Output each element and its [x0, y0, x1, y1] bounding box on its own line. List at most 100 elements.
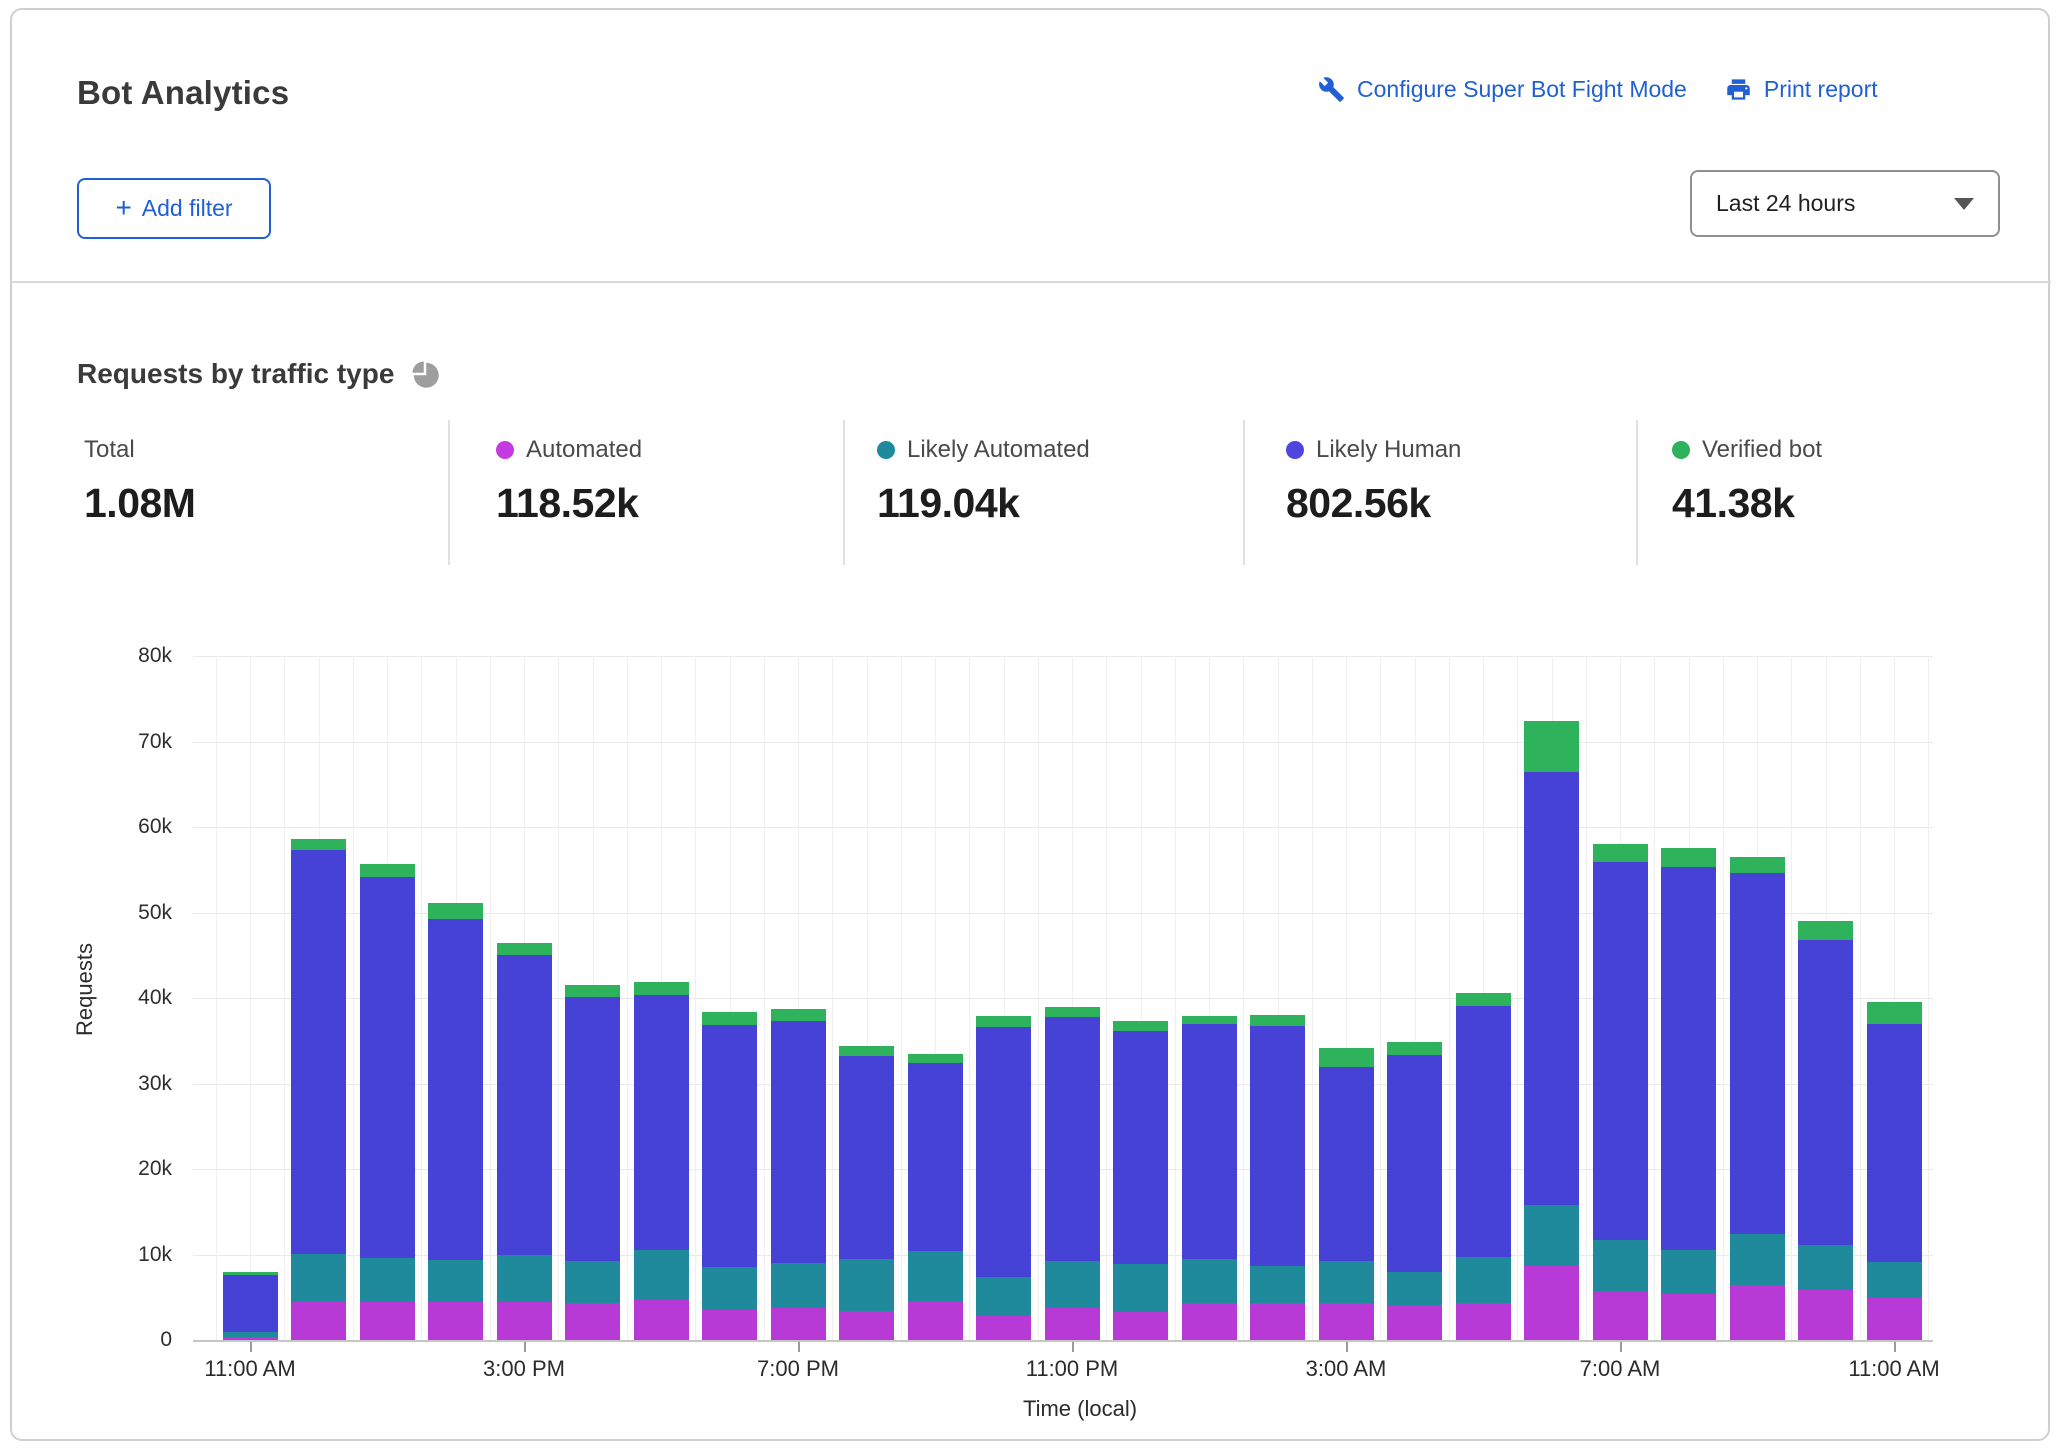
bar-segment-likely-human[interactable]	[565, 997, 620, 1261]
chart-bar[interactable]	[1730, 857, 1785, 1340]
bar-segment-verified-bot[interactable]	[1730, 857, 1785, 873]
bar-segment-likely-automated[interactable]	[360, 1258, 415, 1303]
bar-segment-likely-human[interactable]	[702, 1025, 757, 1267]
bar-segment-likely-automated[interactable]	[1182, 1259, 1237, 1304]
bar-segment-automated[interactable]	[1387, 1305, 1442, 1340]
bar-segment-likely-human[interactable]	[1593, 862, 1648, 1240]
bar-segment-likely-automated[interactable]	[1524, 1205, 1579, 1266]
bar-segment-likely-automated[interactable]	[1045, 1261, 1100, 1308]
chart-bar[interactable]	[1113, 1021, 1168, 1340]
bar-segment-likely-human[interactable]	[1661, 867, 1716, 1250]
bar-segment-verified-bot[interactable]	[1113, 1021, 1168, 1030]
chart-bar[interactable]	[1593, 844, 1648, 1340]
bar-segment-automated[interactable]	[360, 1302, 415, 1340]
bar-segment-automated[interactable]	[291, 1301, 346, 1340]
bar-segment-likely-human[interactable]	[1182, 1024, 1237, 1258]
time-range-select[interactable]: Last 24 hours	[1690, 170, 2000, 237]
bar-segment-verified-bot[interactable]	[771, 1009, 826, 1021]
bar-segment-likely-automated[interactable]	[908, 1251, 963, 1301]
bar-segment-verified-bot[interactable]	[908, 1054, 963, 1063]
bar-segment-automated[interactable]	[1182, 1303, 1237, 1340]
bar-segment-likely-human[interactable]	[223, 1275, 278, 1332]
chart-bar[interactable]	[291, 839, 346, 1340]
bar-segment-likely-human[interactable]	[1113, 1031, 1168, 1264]
bar-segment-verified-bot[interactable]	[1798, 921, 1853, 940]
bar-segment-automated[interactable]	[908, 1301, 963, 1340]
bar-segment-verified-bot[interactable]	[1524, 721, 1579, 772]
chart-bar[interactable]	[634, 982, 689, 1340]
bar-segment-automated[interactable]	[702, 1310, 757, 1340]
bar-segment-likely-human[interactable]	[291, 850, 346, 1254]
chart-bar[interactable]	[360, 864, 415, 1340]
bar-segment-likely-automated[interactable]	[771, 1263, 826, 1308]
chart-bar[interactable]	[1798, 921, 1853, 1340]
bar-segment-likely-automated[interactable]	[291, 1254, 346, 1301]
chart-bar[interactable]	[1387, 1042, 1442, 1340]
bar-segment-automated[interactable]	[1798, 1290, 1853, 1340]
bar-segment-likely-human[interactable]	[1798, 940, 1853, 1245]
bar-segment-likely-automated[interactable]	[634, 1250, 689, 1300]
bar-segment-verified-bot[interactable]	[1387, 1042, 1442, 1056]
bar-segment-verified-bot[interactable]	[428, 903, 483, 918]
bar-segment-verified-bot[interactable]	[1045, 1007, 1100, 1017]
bar-segment-automated[interactable]	[497, 1302, 552, 1341]
bar-segment-automated[interactable]	[976, 1316, 1031, 1340]
bar-segment-automated[interactable]	[565, 1303, 620, 1340]
bar-segment-verified-bot[interactable]	[360, 864, 415, 878]
bar-segment-likely-human[interactable]	[1456, 1006, 1511, 1257]
bar-segment-likely-automated[interactable]	[839, 1259, 894, 1311]
bar-segment-verified-bot[interactable]	[1593, 844, 1648, 862]
bar-segment-automated[interactable]	[1456, 1303, 1511, 1340]
bar-segment-likely-human[interactable]	[1045, 1017, 1100, 1262]
bar-segment-likely-human[interactable]	[1867, 1024, 1922, 1263]
bar-segment-verified-bot[interactable]	[565, 985, 620, 997]
bar-segment-automated[interactable]	[839, 1311, 894, 1340]
chart-bar[interactable]	[1319, 1048, 1374, 1340]
bar-segment-verified-bot[interactable]	[1319, 1048, 1374, 1067]
bar-segment-likely-human[interactable]	[1730, 873, 1785, 1234]
configure-super-bot-fight-mode-link[interactable]: Configure Super Bot Fight Mode	[1318, 76, 1687, 103]
bar-segment-likely-automated[interactable]	[1730, 1234, 1785, 1285]
chart-bar[interactable]	[223, 1272, 278, 1340]
bar-segment-likely-human[interactable]	[771, 1021, 826, 1263]
chart-bar[interactable]	[565, 985, 620, 1340]
bar-segment-likely-human[interactable]	[908, 1063, 963, 1251]
chart-bar[interactable]	[1661, 848, 1716, 1340]
bar-segment-verified-bot[interactable]	[976, 1016, 1031, 1027]
bar-segment-verified-bot[interactable]	[634, 982, 689, 996]
bar-segment-likely-automated[interactable]	[976, 1277, 1031, 1316]
bar-segment-likely-automated[interactable]	[1593, 1240, 1648, 1291]
bar-segment-likely-automated[interactable]	[1867, 1262, 1922, 1298]
bar-segment-likely-automated[interactable]	[1387, 1272, 1442, 1305]
chart-bar[interactable]	[1524, 721, 1579, 1340]
bar-segment-verified-bot[interactable]	[702, 1012, 757, 1025]
add-filter-button[interactable]: + Add filter	[77, 178, 271, 239]
chart-bar[interactable]	[428, 903, 483, 1340]
bar-segment-automated[interactable]	[1661, 1294, 1716, 1340]
bar-segment-likely-automated[interactable]	[1661, 1250, 1716, 1294]
print-report-link[interactable]: Print report	[1725, 76, 1878, 103]
chart-bar[interactable]	[1182, 1016, 1237, 1340]
bar-segment-automated[interactable]	[1524, 1266, 1579, 1340]
chart-bar[interactable]	[839, 1046, 894, 1340]
bar-segment-likely-human[interactable]	[497, 955, 552, 1255]
chart-bar[interactable]	[1045, 1007, 1100, 1340]
bar-segment-likely-automated[interactable]	[702, 1267, 757, 1311]
bar-segment-verified-bot[interactable]	[1661, 848, 1716, 867]
bar-segment-automated[interactable]	[1730, 1285, 1785, 1340]
bar-segment-verified-bot[interactable]	[1182, 1016, 1237, 1025]
bar-segment-automated[interactable]	[1319, 1303, 1374, 1340]
chart-bar[interactable]	[976, 1016, 1031, 1340]
chart-bar[interactable]	[1867, 1002, 1922, 1340]
bar-segment-likely-automated[interactable]	[1456, 1257, 1511, 1303]
bar-segment-automated[interactable]	[771, 1308, 826, 1340]
bar-segment-automated[interactable]	[1250, 1303, 1305, 1340]
bar-segment-automated[interactable]	[1867, 1298, 1922, 1340]
chart-bar[interactable]	[1250, 1015, 1305, 1340]
bar-segment-automated[interactable]	[634, 1300, 689, 1340]
bar-segment-likely-human[interactable]	[839, 1056, 894, 1259]
bar-segment-likely-automated[interactable]	[1798, 1245, 1853, 1290]
bar-segment-likely-automated[interactable]	[565, 1261, 620, 1303]
bar-segment-automated[interactable]	[1045, 1308, 1100, 1340]
chart-bar[interactable]	[908, 1054, 963, 1340]
